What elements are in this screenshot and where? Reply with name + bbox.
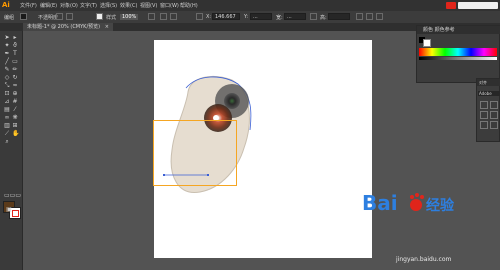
baidu-brand-text: Bai [362, 191, 398, 215]
color-panel: 颜色 颜色参考 [416, 25, 500, 83]
paw-toe-icon [415, 193, 419, 197]
font-dropdown[interactable]: Adobe [478, 91, 500, 96]
align-bottom-icon[interactable] [490, 111, 498, 119]
color-panel-header: 颜色 颜色参考 [417, 26, 500, 34]
align-panel: 对齐 Adobe [476, 78, 500, 142]
align-panel-title: 对齐 [479, 80, 487, 85]
color-spectrum-ramp[interactable] [419, 48, 497, 56]
paw-toe-icon [420, 195, 424, 199]
paw-icon [410, 199, 422, 211]
font-dropdown-value: Adobe [479, 91, 492, 96]
align-left-icon[interactable] [480, 101, 488, 109]
grayscale-ramp[interactable] [419, 57, 497, 60]
anchor-point[interactable] [163, 174, 165, 176]
anchor-point[interactable] [207, 174, 209, 176]
stroke-color-swatch[interactable] [423, 39, 431, 47]
watermark-url: jingyan.baidu.com [396, 256, 452, 263]
color-panel-title: 颜色 颜色参考 [423, 27, 455, 33]
distribute-icon[interactable] [480, 121, 488, 129]
dark-circle-inner[interactable] [224, 93, 240, 109]
align-panel-header: 对齐 [477, 79, 500, 86]
align-right-icon[interactable] [490, 101, 498, 109]
align-top-icon[interactable] [480, 111, 488, 119]
baidu-brand-cn: 经验 [426, 197, 455, 214]
distribute-space-icon[interactable] [490, 121, 498, 129]
baidu-jingyan-logo: Bai 经验 [362, 191, 455, 215]
paw-toe-icon [410, 195, 414, 199]
